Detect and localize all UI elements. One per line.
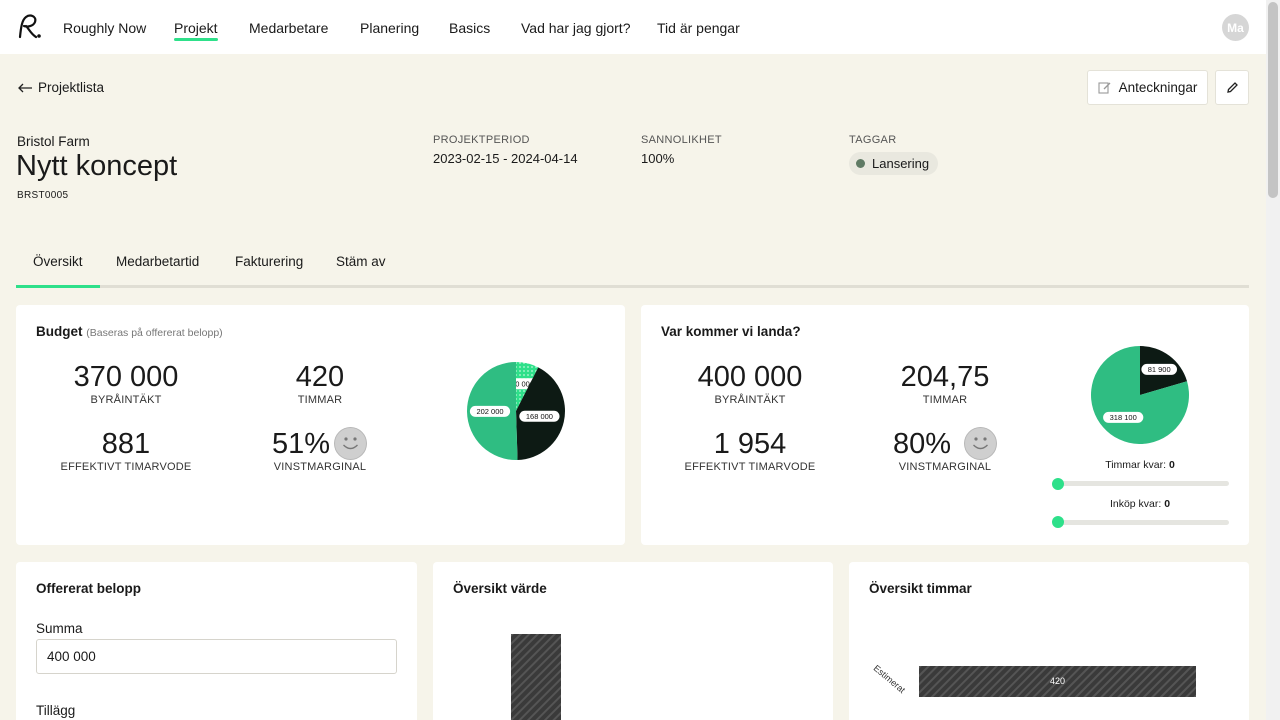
tab-medarbetartid[interactable]: Medarbetartid	[116, 254, 199, 269]
budget-revenue-label: BYRÅINTÄKT	[90, 394, 162, 406]
tab-oversikt[interactable]: Översikt	[33, 254, 83, 269]
offer-card-title: Offererat belopp	[36, 581, 142, 596]
purchase-left-label: Inköp kvar: 0	[1050, 498, 1230, 510]
tab-divider	[16, 285, 1249, 288]
forecast-revenue-stat: 400 000 BYRÅINTÄKT	[670, 361, 830, 406]
nav-item-projekt[interactable]: Projekt	[174, 20, 218, 41]
budget-hours-stat: 420 TIMMAR	[250, 361, 390, 406]
tags-label: TAGGAR	[849, 134, 897, 146]
notes-button[interactable]: Anteckningar	[1087, 70, 1208, 105]
edit-project-button[interactable]	[1215, 70, 1249, 105]
hours-left-slider-track[interactable]	[1058, 481, 1229, 486]
budget-pie-label-3: 202 000	[476, 407, 503, 416]
hours-overview-title: Översikt timmar	[869, 581, 972, 596]
hours-left-label: Timmar kvar: 0	[1050, 459, 1230, 471]
forecast-revenue-value: 400 000	[697, 361, 803, 393]
budget-margin-stat: 51% VINSTMARGINAL	[250, 428, 390, 473]
forecast-card-title: Var kommer vi landa?	[661, 324, 801, 339]
purchase-left-value: 0	[1164, 498, 1171, 510]
sum-input[interactable]: 400 000	[36, 639, 397, 674]
budget-margin-value: 51%	[272, 428, 331, 460]
purchase-left-text: Inköp kvar:	[1109, 498, 1162, 510]
project-code: BRST0005	[17, 190, 69, 201]
scrollbar-thumb[interactable]	[1268, 2, 1278, 198]
budget-margin-label: VINSTMARGINAL	[273, 461, 367, 473]
avatar[interactable]: Ma	[1222, 14, 1249, 41]
pencil-icon	[1226, 82, 1238, 93]
forecast-hours-label: TIMMAR	[922, 394, 968, 406]
forecast-rate-label: EFFEKTIVT TIMARVODE	[684, 461, 816, 473]
budget-card-title: Budget (Baseras på offererat belopp)	[36, 324, 223, 339]
nav-item-medarbetare[interactable]: Medarbetare	[249, 20, 328, 36]
hours-left-text: Timmar kvar:	[1105, 459, 1167, 471]
forecast-rate-stat: 1 954 EFFEKTIVT TIMARVODE	[670, 428, 830, 473]
tab-active-indicator	[16, 285, 100, 288]
period-label: PROJEKTPERIOD	[433, 134, 530, 146]
period-value: 2023-02-15 - 2024-04-14	[433, 151, 578, 166]
forecast-hours-stat: 204,75 TIMMAR	[875, 361, 1015, 406]
purchase-left-slider-track[interactable]	[1058, 520, 1229, 525]
arrow-left-icon	[18, 83, 32, 92]
top-navigation: Roughly Now Projekt Medarbetare Planerin…	[0, 0, 1266, 54]
forecast-pie-label-2: 318 100	[1110, 413, 1137, 422]
nav-item-basics[interactable]: Basics	[449, 20, 490, 36]
forecast-pie-label-1: 81 900	[1148, 365, 1171, 374]
forecast-revenue-label: BYRÅINTÄKT	[714, 394, 786, 406]
sum-label: Summa	[36, 621, 83, 636]
nav-item-roughly-now[interactable]: Roughly Now	[63, 20, 146, 36]
probability-value: 100%	[641, 151, 675, 166]
budget-rate-stat: 881 EFFEKTIVT TIMARVODE	[46, 428, 206, 473]
nav-item-vad-har-jag-gjort[interactable]: Vad har jag gjort?	[521, 20, 630, 36]
nav-item-planering[interactable]: Planering	[360, 20, 419, 36]
notes-button-label: Anteckningar	[1118, 80, 1198, 95]
value-overview-title: Översikt värde	[453, 581, 547, 596]
tab-fakturering[interactable]: Fakturering	[235, 254, 303, 269]
logo-icon[interactable]	[16, 13, 42, 41]
budget-subtitle: (Baseras på offererat belopp)	[86, 327, 223, 339]
budget-revenue-value: 370 000	[73, 361, 179, 393]
smiley-icon	[334, 427, 367, 460]
budget-pie-label-2: 168 000	[526, 412, 553, 421]
budget-rate-label: EFFEKTIVT TIMARVODE	[60, 461, 192, 473]
client-name: Bristol Farm	[17, 134, 90, 149]
back-to-project-list-link[interactable]: Projektlista	[17, 80, 104, 95]
hours-left-slider-knob[interactable]	[1052, 478, 1064, 490]
tab-stam-av[interactable]: Stäm av	[336, 254, 386, 269]
value-overview-bar	[511, 634, 561, 720]
smiley-icon	[964, 427, 997, 460]
forecast-pie-chart: 81 900 318 100	[1091, 346, 1189, 444]
tag-badge[interactable]: Lansering	[849, 152, 939, 175]
note-edit-icon	[1098, 82, 1111, 94]
addition-label: Tillägg	[36, 703, 76, 718]
forecast-margin-label: VINSTMARGINAL	[898, 461, 992, 473]
budget-hours-label: TIMMAR	[297, 394, 343, 406]
page-title: Nytt koncept	[16, 150, 178, 182]
nav-item-tid-ar-pengar[interactable]: Tid är pengar	[657, 20, 740, 36]
budget-rate-value: 881	[101, 428, 151, 460]
budget-hours-value: 420	[295, 361, 345, 393]
budget-title: Budget	[36, 324, 83, 339]
back-link-label: Projektlista	[38, 80, 105, 95]
purchase-left-slider-knob[interactable]	[1052, 516, 1064, 528]
forecast-hours-value: 204,75	[900, 361, 990, 393]
budget-pie-chart: 30 000168 000202 000	[466, 362, 565, 460]
budget-revenue-stat: 370 000 BYRÅINTÄKT	[46, 361, 206, 406]
probability-label: SANNOLIKHET	[641, 134, 722, 146]
hours-left-value: 0	[1168, 459, 1175, 471]
forecast-rate-value: 1 954	[713, 428, 787, 460]
hours-bar-value-label: 420	[1049, 676, 1066, 686]
